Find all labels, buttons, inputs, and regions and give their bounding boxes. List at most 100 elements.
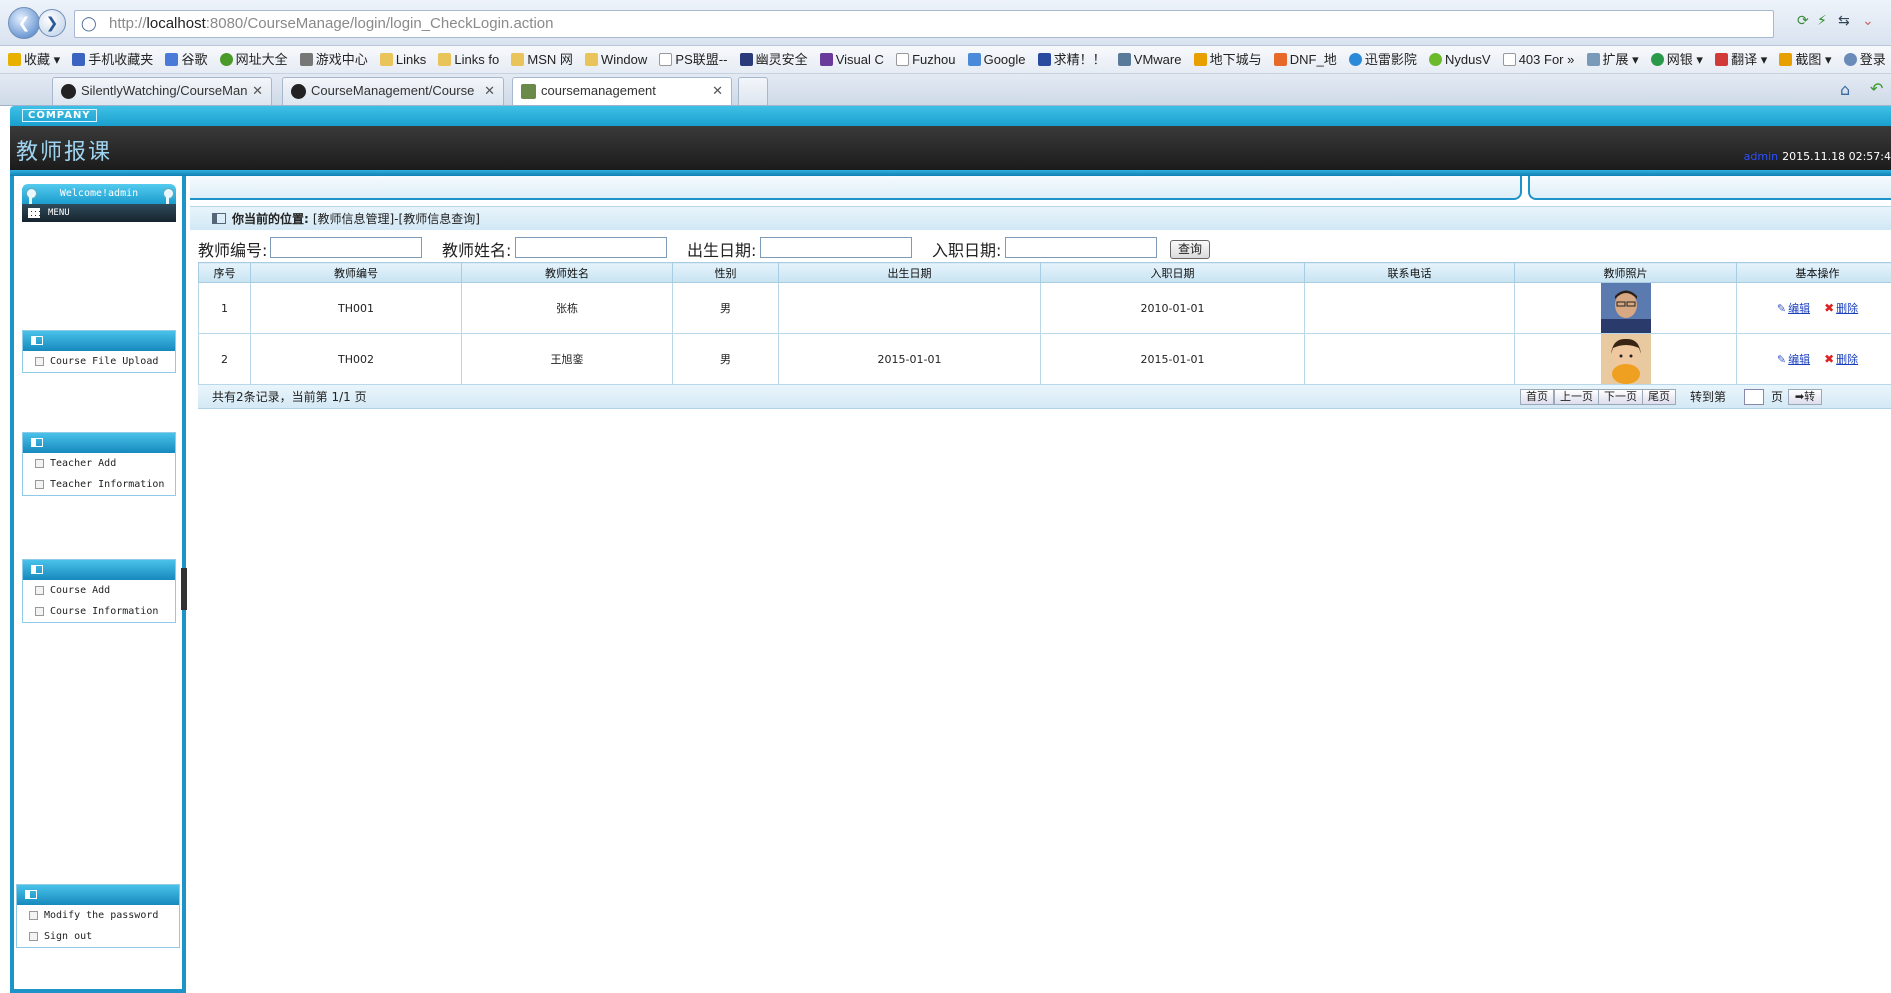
sidebar-item-teacher-information[interactable]: Teacher Information xyxy=(23,474,175,495)
menu-label: MENU xyxy=(48,208,70,218)
menu-group-header[interactable] xyxy=(23,331,175,351)
goto-button[interactable]: ➡转 xyxy=(1788,389,1822,405)
bookmark-item[interactable]: VMware xyxy=(1117,46,1181,73)
bookmark-item[interactable]: 迅雷影院 xyxy=(1348,46,1417,73)
bookmark-item[interactable]: Links fo xyxy=(438,46,499,73)
bookmark-item[interactable]: NydusV xyxy=(1429,46,1491,73)
content-strip-right xyxy=(1528,176,1891,200)
column-header: 基本操作 xyxy=(1736,262,1891,283)
birth-date-input[interactable] xyxy=(760,237,912,258)
back-button[interactable]: ❮ xyxy=(8,7,40,39)
tab-strip: SilentlyWatching/CourseMan ✕ CourseManag… xyxy=(0,74,1891,172)
menu-group-account: Modify the password Sign out xyxy=(16,884,180,948)
bookmark-item[interactable]: Links xyxy=(379,46,426,73)
arrow-left-icon: ❮ xyxy=(17,14,31,32)
bookmark-item[interactable]: 登录 xyxy=(1843,46,1886,73)
teacher-name-input[interactable] xyxy=(515,237,667,258)
switch-icon[interactable]: ⇆ xyxy=(1838,13,1850,29)
bookmark-item[interactable]: 翻译 ▾ xyxy=(1715,46,1767,73)
bookmark-item[interactable]: MSN 网 xyxy=(511,46,573,73)
bookmark-item[interactable]: 网址大全 xyxy=(219,46,288,73)
lightning-icon[interactable]: ⚡ xyxy=(1817,13,1827,29)
game-icon xyxy=(1193,53,1207,66)
browser-tab[interactable]: CourseManagement/Course ✕ xyxy=(282,77,504,105)
sidebar-item-course-file-upload[interactable]: Course File Upload xyxy=(23,351,175,372)
bookmark-item[interactable]: 手机收藏夹 xyxy=(72,46,153,73)
translate-icon xyxy=(967,53,981,66)
edit-link[interactable]: 编辑 xyxy=(1788,353,1810,366)
folder-icon xyxy=(379,53,393,66)
grid-icon xyxy=(28,208,40,218)
bookmark-item[interactable]: 求精！！ xyxy=(1037,46,1106,73)
page-icon xyxy=(1502,53,1516,66)
browser-tab-active[interactable]: coursemanagement ✕ xyxy=(512,77,732,105)
sidebar-item-teacher-add[interactable]: Teacher Add xyxy=(23,453,175,474)
close-icon[interactable]: ✕ xyxy=(252,78,263,104)
star-icon xyxy=(8,53,21,66)
bookmark-item[interactable]: Window xyxy=(585,46,647,73)
first-page-button[interactable]: 首页 xyxy=(1520,389,1554,405)
main-content: 你当前的位置: [教师信息管理]-[教师信息查询] 教师编号: 教师姓名: 出生日… xyxy=(190,176,1891,993)
sidebar-item-course-add[interactable]: Course Add xyxy=(23,580,175,601)
panel-icon xyxy=(25,890,37,899)
bookmark-item[interactable]: PS联盟-- xyxy=(659,46,727,73)
browser-tab[interactable]: SilentlyWatching/CourseMan ✕ xyxy=(52,77,272,105)
forward-button[interactable]: ❯ xyxy=(38,9,66,37)
bookmark-item[interactable]: 地下城与 xyxy=(1193,46,1262,73)
bookmark-item[interactable]: 幽灵安全 xyxy=(739,46,808,73)
menu-group-header[interactable] xyxy=(23,433,175,453)
teacher-no-input[interactable] xyxy=(270,237,422,258)
table-row: 1 TH001 张栋 男 2010-01-01 ✎ 编辑 ✖ 删除 xyxy=(198,282,1891,334)
bookmark-item[interactable]: DNF_地 xyxy=(1273,46,1337,73)
dropdown-icon[interactable]: ⌄ xyxy=(1862,13,1874,29)
bookmark-item[interactable]: 403 For » xyxy=(1502,46,1574,73)
goto-page-input[interactable] xyxy=(1744,389,1764,405)
sidebar-item-sign-out[interactable]: Sign out xyxy=(17,926,179,947)
browser-address-bar: ❮ ❯ ◯ http://localhost:8080/CourseManage… xyxy=(0,0,1891,46)
query-button[interactable]: 查询 xyxy=(1170,240,1210,259)
sidebar-item-modify-password[interactable]: Modify the password xyxy=(17,905,179,926)
home-icon[interactable]: ⌂ xyxy=(1840,80,1850,99)
last-page-button[interactable]: 尾页 xyxy=(1642,389,1676,405)
delete-icon: ✖ xyxy=(1824,301,1835,315)
bookmark-item[interactable]: 收藏 ▾ xyxy=(8,46,60,73)
sidebar-item-course-information[interactable]: Course Information xyxy=(23,601,175,622)
bookmark-item[interactable]: 谷歌 xyxy=(165,46,207,73)
page-icon xyxy=(35,586,44,595)
prev-page-button[interactable]: 上一页 xyxy=(1554,389,1599,405)
close-icon[interactable]: ✕ xyxy=(484,78,495,104)
window-icon xyxy=(212,213,226,224)
teacher-no-label: 教师编号: xyxy=(198,241,268,260)
delete-link[interactable]: 删除 xyxy=(1836,353,1858,366)
folder-icon xyxy=(511,53,525,66)
next-page-button[interactable]: 下一页 xyxy=(1598,389,1643,405)
undo-icon[interactable]: ↶ xyxy=(1870,79,1883,98)
github-icon xyxy=(61,84,76,99)
breadcrumb-label: 你当前的位置: xyxy=(232,212,309,226)
bookmark-item[interactable]: 网银 ▾ xyxy=(1650,46,1703,73)
refresh-icon[interactable]: ⟳ xyxy=(1797,13,1809,29)
bookmark-item[interactable]: 游戏中心 xyxy=(299,46,368,73)
menu-group-header[interactable] xyxy=(17,885,179,905)
web-page: COMPANY 教师报课 admin 2015.11.18 02:57:4 Wel… xyxy=(10,106,1891,993)
new-tab-button[interactable] xyxy=(738,77,768,105)
search-icon xyxy=(1843,53,1857,66)
delete-link[interactable]: 删除 xyxy=(1836,302,1858,315)
menu-group-header[interactable] xyxy=(23,560,175,580)
scissors-icon xyxy=(1779,53,1793,66)
close-icon[interactable]: ✕ xyxy=(712,78,723,104)
translate-icon xyxy=(1715,53,1729,66)
bookmark-item[interactable]: Fuzhou xyxy=(896,46,955,73)
globe-icon xyxy=(219,53,233,66)
edit-link[interactable]: 编辑 xyxy=(1788,302,1810,315)
bookmark-item[interactable]: Visual C xyxy=(819,46,884,73)
record-summary: 共有2条记录，当前第 1/1 页 xyxy=(212,390,367,404)
bookmark-item[interactable]: 截图 ▾ xyxy=(1779,46,1832,73)
sidebar-collapse-handle[interactable] xyxy=(181,568,187,610)
bookmark-item[interactable]: Google xyxy=(967,46,1026,73)
url-field[interactable]: ◯ http://localhost:8080/CourseManage/log… xyxy=(74,10,1774,38)
page-icon xyxy=(896,53,910,66)
hire-date-input[interactable] xyxy=(1005,237,1157,258)
actions-cell: ✎ 编辑 ✖ 删除 xyxy=(1736,333,1891,385)
bookmark-item[interactable]: 扩展 ▾ xyxy=(1586,46,1639,73)
